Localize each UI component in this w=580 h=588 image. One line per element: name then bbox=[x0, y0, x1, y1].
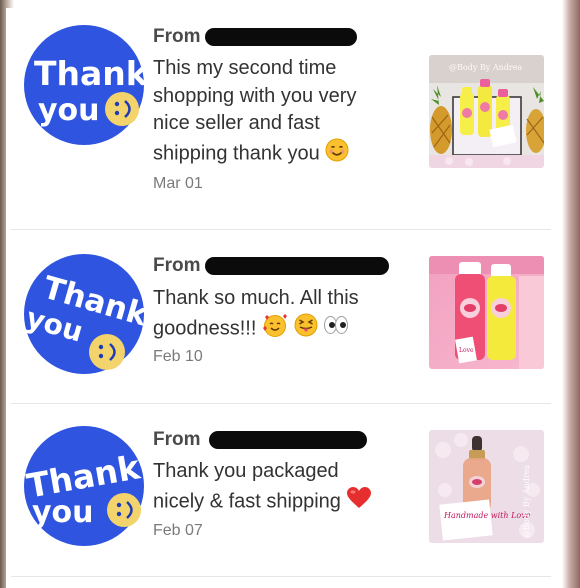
review-message: This my second time shopping with you ve… bbox=[153, 55, 413, 170]
review-photo[interactable]: @Body By Andrea bbox=[429, 55, 544, 168]
redacted-username bbox=[209, 431, 367, 449]
smiley-icon bbox=[107, 493, 141, 527]
photo-watermark: @Body By Andrea bbox=[522, 465, 531, 538]
from-label: From bbox=[153, 26, 201, 47]
review-date: Mar 01 bbox=[153, 175, 203, 192]
avatar-text-you: you bbox=[32, 495, 94, 530]
smiley-icon bbox=[105, 92, 139, 126]
from-label: From bbox=[153, 255, 201, 276]
smiling-face-with-hearts-emoji-icon bbox=[262, 313, 288, 346]
photo-caption: Handmade with Love bbox=[443, 511, 531, 520]
review-date: Feb 10 bbox=[153, 348, 203, 365]
review-divider bbox=[11, 229, 551, 230]
review-divider bbox=[11, 403, 551, 404]
thank-you-avatar: Thank you bbox=[24, 426, 144, 546]
review-message: Thank so much. All this goodness!!! bbox=[153, 285, 413, 345]
squinting-tongue-emoji-icon bbox=[294, 313, 318, 346]
review-date: Feb 07 bbox=[153, 522, 203, 539]
redacted-username bbox=[205, 257, 389, 275]
review-divider bbox=[11, 576, 551, 577]
review-photo[interactable]: Handmade with Love @Body By Andrea bbox=[429, 430, 544, 543]
reviewer-from: From bbox=[153, 254, 389, 278]
photo-watermark: Love bbox=[459, 347, 474, 354]
avatar-text-you: you bbox=[38, 93, 100, 128]
red-heart-emoji-icon bbox=[346, 486, 372, 519]
review-photo[interactable]: Love bbox=[429, 256, 544, 369]
from-label: From bbox=[153, 429, 201, 450]
smiling-face-emoji-icon bbox=[325, 138, 349, 171]
redacted-username bbox=[205, 28, 357, 46]
eyes-emoji-icon bbox=[323, 313, 349, 346]
smiley-icon bbox=[89, 334, 125, 370]
reviewer-from: From bbox=[153, 428, 367, 452]
thank-you-avatar: Thank you bbox=[24, 25, 144, 145]
reviewer-from: From bbox=[153, 25, 357, 49]
thank-you-avatar: Thank you bbox=[24, 254, 144, 374]
reviews-card: Thank you From This my second time shopp… bbox=[6, 8, 560, 588]
photo-watermark: @Body By Andrea bbox=[449, 63, 522, 72]
review-message: Thank you packaged nicely & fast shippin… bbox=[153, 458, 413, 518]
avatar-text-thank: Thank bbox=[34, 54, 144, 93]
